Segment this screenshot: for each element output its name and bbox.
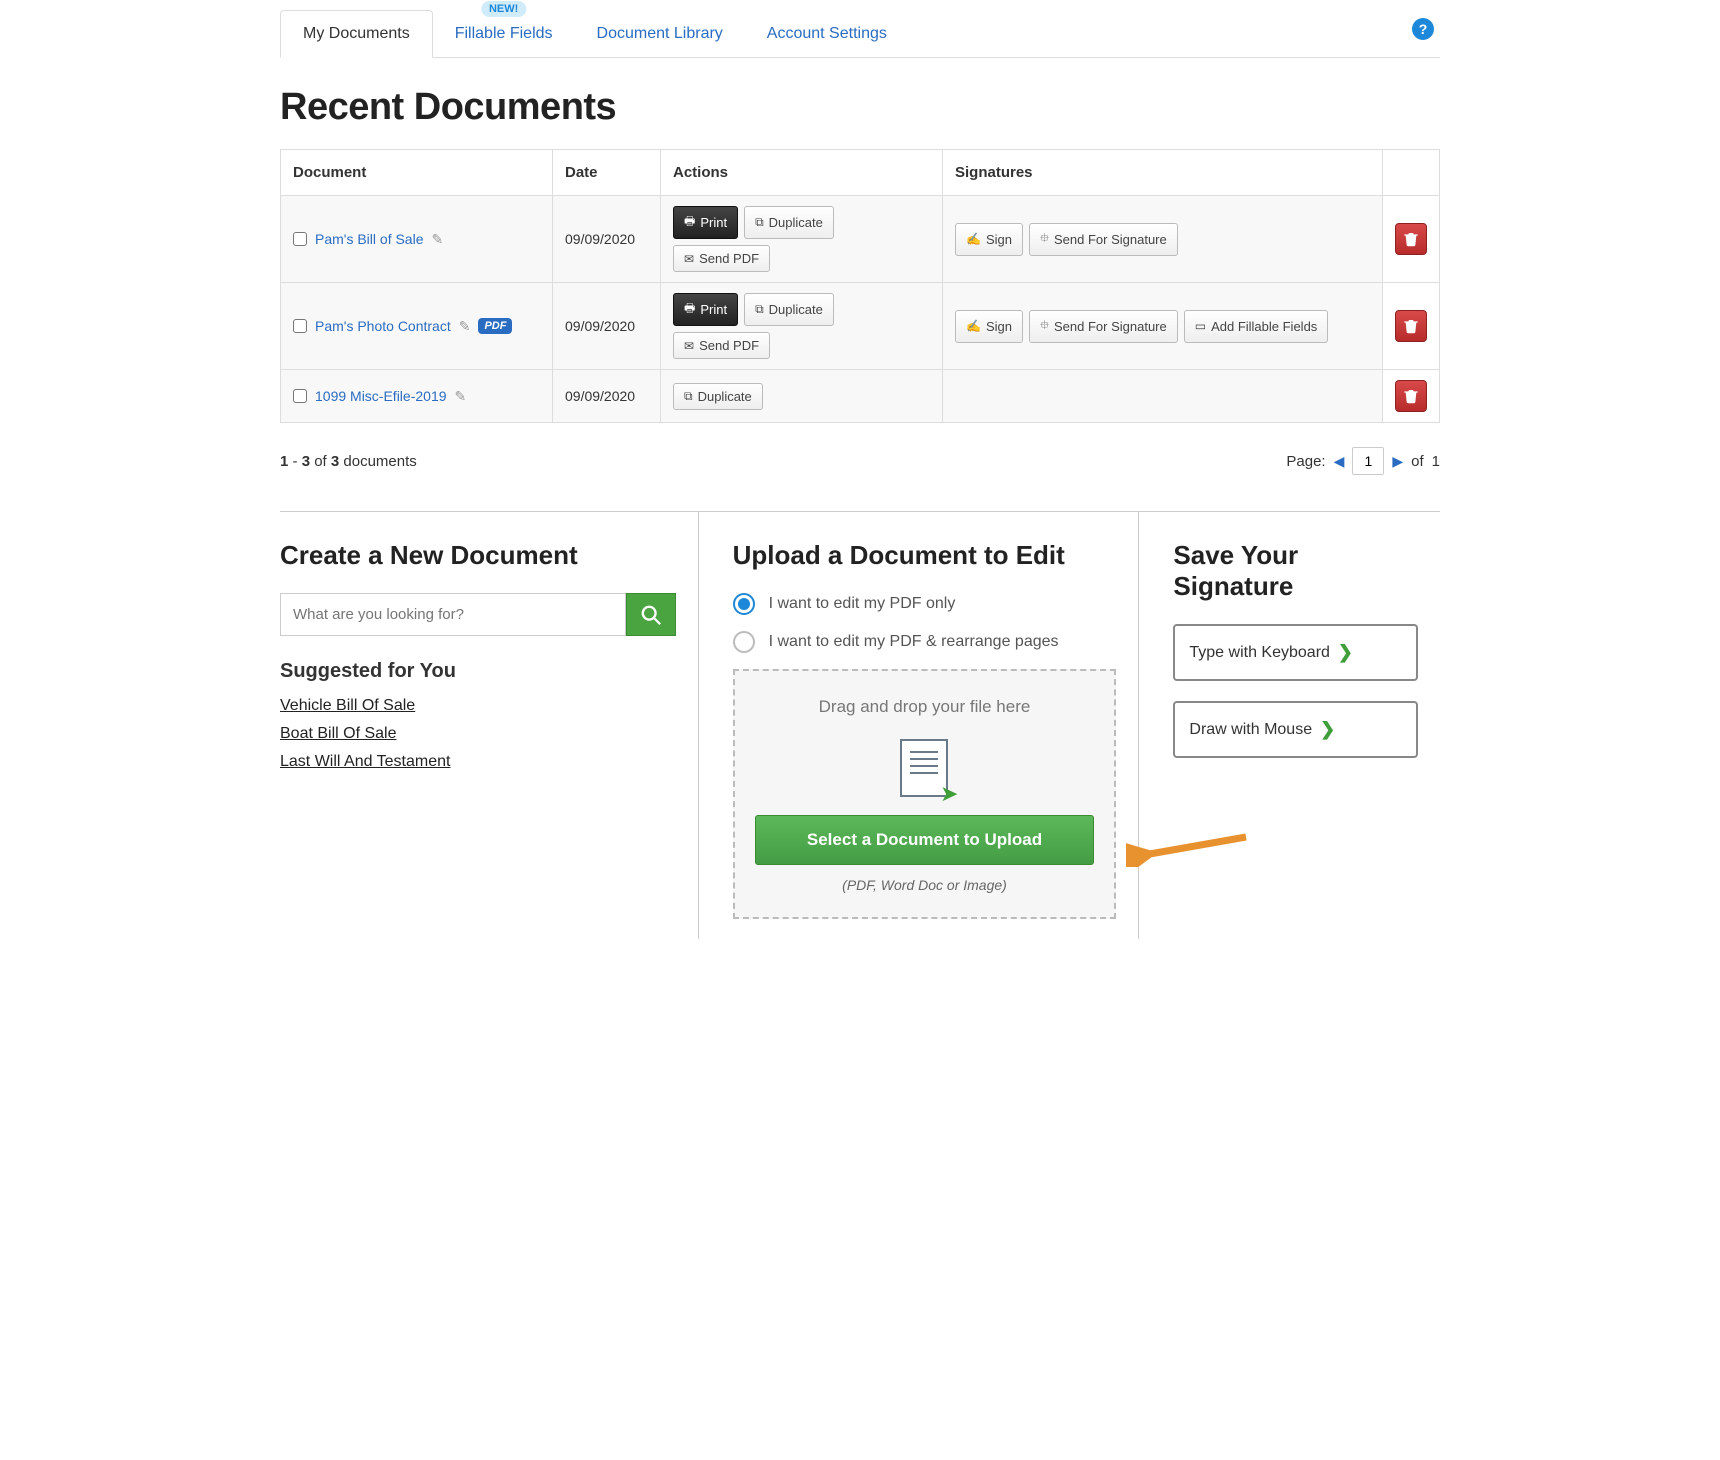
send-for-signature-button[interactable]: ⯐Send For Signature (1029, 223, 1178, 256)
documents-table: Document Date Actions Signatures Pam's B… (280, 149, 1440, 423)
add-fillable-button-icon: ▭ (1195, 319, 1206, 333)
print-button-icon: 🖶 (684, 212, 695, 233)
radio-icon (733, 631, 755, 653)
edit-icon[interactable]: ✎ (432, 231, 444, 248)
document-icon: ➤ (900, 739, 948, 797)
delete-button[interactable] (1395, 223, 1427, 255)
search-button[interactable] (626, 593, 676, 636)
tab-fillable-fields[interactable]: NEW! Fillable Fields (433, 11, 575, 57)
th-signatures: Signatures (943, 150, 1383, 196)
duplicate-button-icon: ⧉ (684, 389, 693, 404)
trash-icon (1403, 231, 1419, 247)
doc-link[interactable]: Pam's Photo Contract (315, 318, 451, 334)
upload-panel: Upload a Document to Edit I want to edit… (698, 512, 1139, 939)
add-fillable-button[interactable]: ▭Add Fillable Fields (1184, 310, 1329, 343)
delete-button[interactable] (1395, 380, 1427, 412)
table-row: 1099 Misc-Efile-2019 ✎ 09/09/2020 ⧉Duplicat… (281, 370, 1440, 423)
upload-title: Upload a Document to Edit (733, 540, 1117, 571)
search-input[interactable] (280, 593, 626, 636)
duplicate-button[interactable]: ⧉Duplicate (744, 293, 834, 326)
sign-button-icon: ✍ (966, 232, 981, 246)
radio-icon (733, 593, 755, 615)
send-pdf-button-icon: ✉ (684, 339, 694, 353)
page-prev-icon[interactable]: ◀ (1334, 453, 1345, 470)
duplicate-button[interactable]: ⧉Duplicate (673, 383, 763, 410)
chevron-right-icon: ❯ (1320, 719, 1335, 740)
th-date: Date (553, 150, 661, 196)
tab-account-settings[interactable]: Account Settings (745, 11, 909, 57)
print-button[interactable]: 🖶Print (673, 293, 738, 326)
date-cell: 09/09/2020 (553, 370, 661, 423)
page-next-icon[interactable]: ▶ (1392, 453, 1403, 470)
trash-icon (1403, 388, 1419, 404)
table-row: Pam's Bill of Sale ✎ 09/09/2020 🖶Print⧉Dupl… (281, 196, 1440, 283)
drop-zone[interactable]: Drag and drop your file here ➤ Select a … (733, 669, 1117, 919)
pagination-summary: 1 - 3 of 3 documents (280, 453, 417, 470)
tab-document-library[interactable]: Document Library (575, 11, 745, 57)
draw-signature-button[interactable]: Draw with Mouse❯ (1173, 701, 1418, 758)
select-upload-button[interactable]: Select a Document to Upload (755, 815, 1095, 865)
doc-link[interactable]: Pam's Bill of Sale (315, 231, 424, 247)
edit-icon[interactable]: ✎ (459, 318, 471, 335)
create-title: Create a New Document (280, 540, 676, 571)
row-checkbox[interactable] (293, 389, 307, 403)
th-document: Document (281, 150, 553, 196)
send-pdf-button[interactable]: ✉Send PDF (673, 245, 770, 272)
chevron-right-icon: ❯ (1338, 642, 1353, 663)
print-button-icon: 🖶 (684, 299, 695, 320)
pdf-badge: PDF (478, 318, 512, 334)
send-for-signature-button-icon: ⯐ (1040, 229, 1049, 250)
suggested-title: Suggested for You (280, 660, 676, 683)
delete-button[interactable] (1395, 310, 1427, 342)
suggestion-link[interactable]: Boat Bill Of Sale (280, 725, 676, 743)
trash-icon (1403, 318, 1419, 334)
send-for-signature-button-icon: ⯐ (1040, 316, 1049, 337)
duplicate-button-icon: ⧉ (755, 302, 764, 317)
date-cell: 09/09/2020 (553, 283, 661, 370)
type-signature-button[interactable]: Type with Keyboard❯ (1173, 624, 1418, 681)
pager: Page: ◀ ▶ of 1 (1286, 447, 1440, 475)
th-actions: Actions (661, 150, 943, 196)
signature-panel: Save Your Signature Type with Keyboard❯ … (1138, 512, 1440, 939)
suggestion-link[interactable]: Vehicle Bill Of Sale (280, 697, 676, 715)
doc-link[interactable]: 1099 Misc-Efile-2019 (315, 388, 447, 404)
sign-button[interactable]: ✍Sign (955, 223, 1023, 256)
help-icon[interactable]: ? (1412, 18, 1434, 40)
row-checkbox[interactable] (293, 319, 307, 333)
send-pdf-button[interactable]: ✉Send PDF (673, 332, 770, 359)
signature-title: Save Your Signature (1173, 540, 1418, 602)
print-button[interactable]: 🖶Print (673, 206, 738, 239)
suggestion-link[interactable]: Last Will And Testament (280, 753, 676, 771)
new-badge: NEW! (481, 1, 526, 17)
page-label: Page: (1286, 453, 1325, 470)
page-input[interactable] (1352, 447, 1384, 475)
row-checkbox[interactable] (293, 232, 307, 246)
date-cell: 09/09/2020 (553, 196, 661, 283)
edit-icon[interactable]: ✎ (455, 388, 467, 405)
table-row: Pam's Photo Contract ✎ PDF 09/09/2020 🖶Print… (281, 283, 1440, 370)
arrow-annotation-icon (1126, 817, 1256, 867)
radio-edit-only[interactable]: I want to edit my PDF only (733, 593, 1117, 615)
drop-text: Drag and drop your file here (755, 697, 1095, 717)
create-document-panel: Create a New Document Suggested for You … (280, 512, 698, 939)
duplicate-button[interactable]: ⧉Duplicate (744, 206, 834, 239)
tab-my-documents[interactable]: My Documents (280, 10, 433, 58)
send-pdf-button-icon: ✉ (684, 252, 694, 266)
tab-bar: My Documents NEW! Fillable Fields Docume… (280, 10, 1440, 58)
search-icon (640, 604, 662, 626)
duplicate-button-icon: ⧉ (755, 215, 764, 230)
sign-button[interactable]: ✍Sign (955, 310, 1023, 343)
page-title: Recent Documents (280, 86, 1440, 129)
sign-button-icon: ✍ (966, 319, 981, 333)
radio-edit-rearrange[interactable]: I want to edit my PDF & rearrange pages (733, 631, 1117, 653)
cursor-icon: ➤ (940, 781, 958, 807)
send-for-signature-button[interactable]: ⯐Send For Signature (1029, 310, 1178, 343)
upload-subtext: (PDF, Word Doc or Image) (755, 877, 1095, 893)
